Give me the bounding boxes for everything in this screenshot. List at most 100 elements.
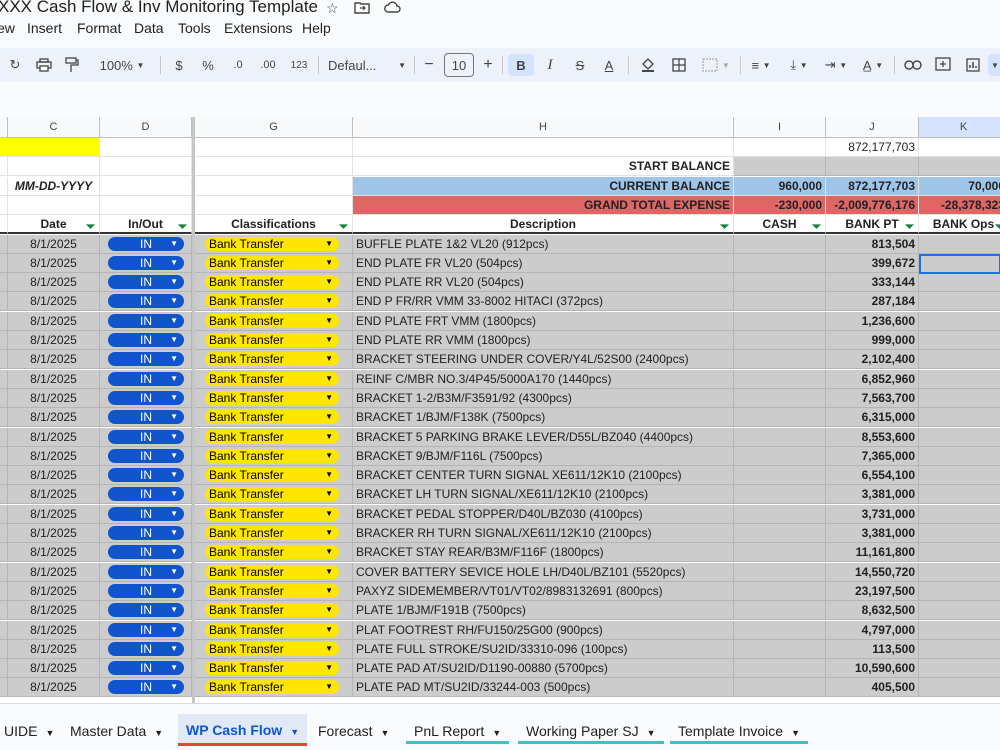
column-header-c[interactable]: C <box>8 117 100 138</box>
row-bank-pt[interactable]: 3,381,000 <box>826 524 919 543</box>
document-title[interactable]: XXX Cash Flow & Inv Monitoring Template <box>0 0 318 17</box>
row-classification-cell[interactable]: Bank Transfer ▼ <box>195 369 353 389</box>
zoom-select[interactable]: 100% ▼ <box>94 54 150 76</box>
grand-total-label[interactable]: GRAND TOTAL EXPENSE <box>353 195 734 215</box>
cell-empty[interactable] <box>100 138 192 157</box>
filter-icon[interactable]: ⏷ <box>905 218 914 232</box>
cell-empty[interactable] <box>100 195 192 215</box>
in-out-dropdown-chip[interactable]: IN ▼ <box>108 603 184 618</box>
row-description[interactable]: END P FR/RR VMM 33-8002 HITACI (372pcs) <box>353 292 734 312</box>
borders-icon[interactable] <box>668 54 690 76</box>
row-date[interactable]: 8/1/2025 <box>8 639 100 659</box>
cell-empty[interactable] <box>0 157 8 177</box>
row-date[interactable]: 8/1/2025 <box>8 427 100 447</box>
in-out-dropdown-chip[interactable]: IN ▼ <box>108 622 184 637</box>
row-bank-ops[interactable] <box>919 331 1000 350</box>
row-cash[interactable] <box>734 369 826 389</box>
row-bank-ops[interactable] <box>919 543 1000 563</box>
row-description[interactable]: BRACKET 1-2/B3M/F3591/92 (4300pcs) <box>353 388 734 408</box>
row-bank-pt[interactable]: 287,184 <box>826 292 919 312</box>
classification-dropdown-chip[interactable]: Bank Transfer ▼ <box>205 275 339 290</box>
row-description[interactable]: BRACKET CENTER TURN SIGNAL XE611/12K10 (… <box>353 466 734 486</box>
sheet-tab-menu-icon[interactable]: ▼ <box>154 728 163 738</box>
row-cell-b[interactable] <box>0 350 8 370</box>
row-in-out-cell[interactable]: IN ▼ <box>100 234 192 254</box>
sheet-tab-menu-icon[interactable]: ▼ <box>492 728 501 738</box>
row-bank-pt[interactable]: 2,102,400 <box>826 350 919 370</box>
header-classifications[interactable]: Classifications ⏷ <box>195 215 353 235</box>
row-classification-cell[interactable]: Bank Transfer ▼ <box>195 524 353 543</box>
classification-dropdown-chip[interactable]: Bank Transfer ▼ <box>205 641 339 656</box>
font-size-input[interactable]: 10 <box>444 53 474 77</box>
sheet-tab-pnl-report[interactable]: PnL Report ▼ <box>406 718 510 744</box>
sheet-tab-menu-icon[interactable]: ▼ <box>647 728 656 738</box>
star-icon[interactable]: ☆ <box>326 0 339 17</box>
row-cash[interactable] <box>734 292 826 312</box>
grand-total-bank-ops[interactable]: -28,378,323 <box>919 195 1000 215</box>
row-cell-b[interactable] <box>0 311 8 331</box>
row-bank-pt[interactable]: 14,550,720 <box>826 562 919 582</box>
row-cash[interactable] <box>734 524 826 543</box>
row-bank-ops[interactable] <box>919 446 1000 466</box>
row-bank-ops[interactable] <box>919 659 1000 679</box>
more-tools-chevron-icon[interactable]: ▼ <box>988 54 1000 76</box>
row-bank-pt[interactable]: 6,315,000 <box>826 408 919 428</box>
row-bank-ops[interactable] <box>919 581 1000 601</box>
sheet-tab-master-data[interactable]: Master Data ▼ <box>62 718 171 744</box>
row-cell-b[interactable] <box>0 408 8 428</box>
sheet-tab-menu-icon[interactable]: ▼ <box>380 728 389 738</box>
row-cash[interactable] <box>734 659 826 679</box>
filter-icon[interactable]: ⏷ <box>339 218 348 232</box>
cell-empty[interactable] <box>100 157 192 177</box>
classification-dropdown-chip[interactable]: Bank Transfer ▼ <box>205 371 339 386</box>
paint-format-icon[interactable] <box>62 54 82 76</box>
insert-comment-icon[interactable] <box>932 54 954 76</box>
row-date[interactable]: 8/1/2025 <box>8 446 100 466</box>
classification-dropdown-chip[interactable]: Bank Transfer ▼ <box>205 294 339 309</box>
in-out-dropdown-chip[interactable]: IN ▼ <box>108 680 184 695</box>
cell-empty[interactable] <box>8 195 100 215</box>
italic-button[interactable]: I <box>540 54 560 76</box>
menu-view[interactable]: ew <box>0 20 15 36</box>
row-bank-pt[interactable]: 4,797,000 <box>826 620 919 640</box>
current-balance-bank-pt[interactable]: 872,177,703 <box>826 176 919 196</box>
row-classification-cell[interactable]: Bank Transfer ▼ <box>195 659 353 679</box>
row-in-out-cell[interactable]: IN ▼ <box>100 562 192 582</box>
row-description[interactable]: PLATE PAD MT/SU2ID/33244-003 (500pcs) <box>353 678 734 698</box>
row-bank-ops[interactable] <box>919 408 1000 428</box>
row-bank-pt[interactable]: 813,504 <box>826 234 919 254</box>
row-cash[interactable] <box>734 408 826 428</box>
in-out-dropdown-chip[interactable]: IN ▼ <box>108 275 184 290</box>
in-out-dropdown-chip[interactable]: IN ▼ <box>108 371 184 386</box>
row-bank-ops[interactable] <box>919 524 1000 543</box>
in-out-dropdown-chip[interactable]: IN ▼ <box>108 564 184 579</box>
row-classification-cell[interactable]: Bank Transfer ▼ <box>195 350 353 370</box>
in-out-dropdown-chip[interactable]: IN ▼ <box>108 352 184 367</box>
row-cell-b[interactable] <box>0 369 8 389</box>
row-date[interactable]: 8/1/2025 <box>8 466 100 486</box>
row-in-out-cell[interactable]: IN ▼ <box>100 253 192 273</box>
row-in-out-cell[interactable]: IN ▼ <box>100 466 192 486</box>
increase-decimal-button[interactable]: .00 <box>256 54 280 76</box>
row-bank-pt[interactable]: 999,000 <box>826 331 919 350</box>
classification-dropdown-chip[interactable]: Bank Transfer ▼ <box>205 603 339 618</box>
in-out-dropdown-chip[interactable]: IN ▼ <box>108 583 184 598</box>
row-description[interactable]: BRACKER RH TURN SIGNAL/XE611/12K10 (2100… <box>353 524 734 543</box>
filter-icon[interactable]: ⏷ <box>995 218 1000 232</box>
more-formats-button[interactable]: 123 <box>287 54 311 76</box>
row-bank-ops[interactable] <box>919 504 1000 524</box>
header-description[interactable]: Description ⏷ <box>353 215 734 235</box>
row-cell-b[interactable] <box>0 485 8 505</box>
decrease-decimal-button[interactable]: .0 <box>226 54 250 76</box>
row-description[interactable]: BRACKET STEERING UNDER COVER/Y4L/52S00 (… <box>353 350 734 370</box>
text-color-button[interactable]: A <box>598 54 620 76</box>
classification-dropdown-chip[interactable]: Bank Transfer ▼ <box>205 680 339 695</box>
row-cell-b[interactable] <box>0 581 8 601</box>
row-cell-b[interactable] <box>0 388 8 408</box>
row-classification-cell[interactable]: Bank Transfer ▼ <box>195 639 353 659</box>
row-date[interactable]: 8/1/2025 <box>8 504 100 524</box>
row-description[interactable]: COVER BATTERY SEVICE HOLE LH/D40L/BZ101 … <box>353 562 734 582</box>
filter-icon[interactable]: ⏷ <box>178 218 187 232</box>
sheet-tab-uide[interactable]: UIDE ▼ <box>0 718 62 744</box>
row-cash[interactable] <box>734 678 826 698</box>
